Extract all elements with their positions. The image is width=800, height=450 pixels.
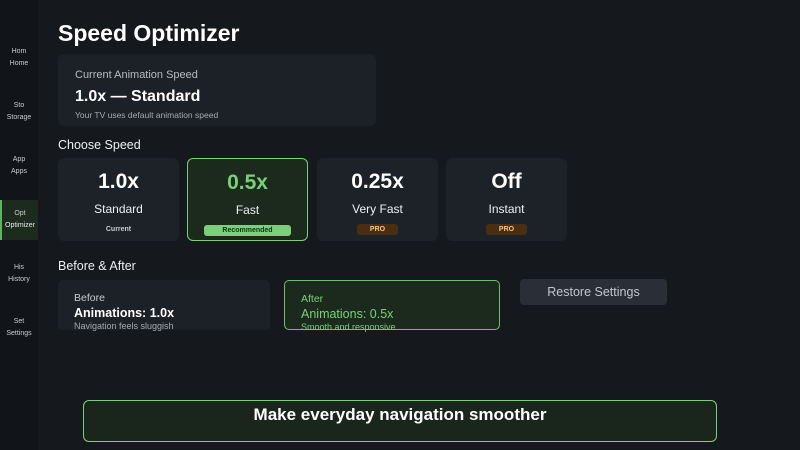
speed-option-instant[interactable]: Off Instant PRO	[446, 158, 567, 241]
sidebar-item-label: Apps	[11, 168, 27, 175]
after-description: Smooth and responsive	[301, 322, 396, 332]
optimizer-icon: Opt	[14, 210, 26, 217]
speed-option-standard[interactable]: 1.0x Standard Current	[58, 158, 179, 241]
current-speed-description: Your TV uses default animation speed	[75, 110, 219, 120]
sidebar-item-label: History	[8, 276, 30, 283]
before-card: Before Animations: 1.0x Navigation feels…	[58, 280, 270, 331]
speed-option-value: 0.25x	[351, 170, 404, 193]
speed-option-value: 0.5x	[227, 171, 268, 194]
sidebar-item-label: Settings	[6, 330, 32, 337]
sidebar-item-label: Home	[9, 60, 29, 67]
recommended-badge: Recommended	[204, 225, 291, 236]
before-description: Navigation feels sluggish	[74, 321, 174, 331]
sidebar-item-apps[interactable]: App Apps	[0, 146, 38, 186]
restore-settings-button[interactable]: Restore Settings	[520, 279, 667, 305]
before-value: Animations: 1.0x	[74, 306, 175, 320]
before-heading: Before	[74, 292, 105, 304]
speed-option-name: Standard	[94, 202, 143, 216]
pro-badge: PRO	[357, 224, 398, 235]
promo-banner: Make everyday navigation smoother	[83, 400, 717, 442]
history-icon: His	[13, 264, 25, 271]
sidebar-item-label: Optimizer	[5, 222, 35, 229]
speed-option-name: Very Fast	[352, 202, 403, 216]
page-title: Speed Optimizer	[58, 20, 240, 46]
sidebar-item-history[interactable]: His History	[0, 254, 38, 294]
current-badge: Current	[105, 226, 132, 233]
pro-badge: PRO	[486, 224, 527, 235]
sidebar-item-storage[interactable]: Sto Storage	[0, 92, 38, 132]
sidebar-item-home[interactable]: Hom Home	[0, 38, 38, 78]
after-card: After Animations: 0.5x Smooth and respon…	[284, 280, 500, 332]
speed-option-name: Instant	[488, 202, 525, 216]
sidebar: Hom Home Sto Storage App Apps Opt Optimi…	[0, 0, 38, 450]
after-value: Animations: 0.5x	[301, 307, 394, 321]
sidebar-item-settings[interactable]: Set Settings	[0, 308, 38, 348]
speed-option-value: 1.0x	[98, 170, 139, 193]
choose-speed-heading: Choose Speed	[58, 138, 141, 152]
settings-icon: Set	[13, 318, 25, 325]
sidebar-item-label: Storage	[6, 114, 32, 121]
before-after-heading: Before & After	[58, 259, 136, 273]
storage-icon: Sto	[13, 102, 25, 109]
apps-icon: App	[12, 156, 26, 163]
speed-option-very-fast[interactable]: 0.25x Very Fast PRO	[317, 158, 438, 241]
sidebar-item-optimizer[interactable]: Opt Optimizer	[0, 200, 38, 240]
current-speed-card: Current Animation Speed 1.0x — Standard …	[58, 54, 376, 126]
current-speed-label: Current Animation Speed	[75, 69, 198, 81]
current-speed-value: 1.0x — Standard	[75, 88, 201, 105]
speed-option-name: Fast	[235, 203, 260, 217]
speed-option-fast[interactable]: 0.5x Fast Recommended	[187, 158, 308, 241]
speed-option-value: Off	[491, 170, 522, 193]
after-heading: After	[301, 293, 324, 305]
home-icon: Hom	[11, 48, 27, 55]
